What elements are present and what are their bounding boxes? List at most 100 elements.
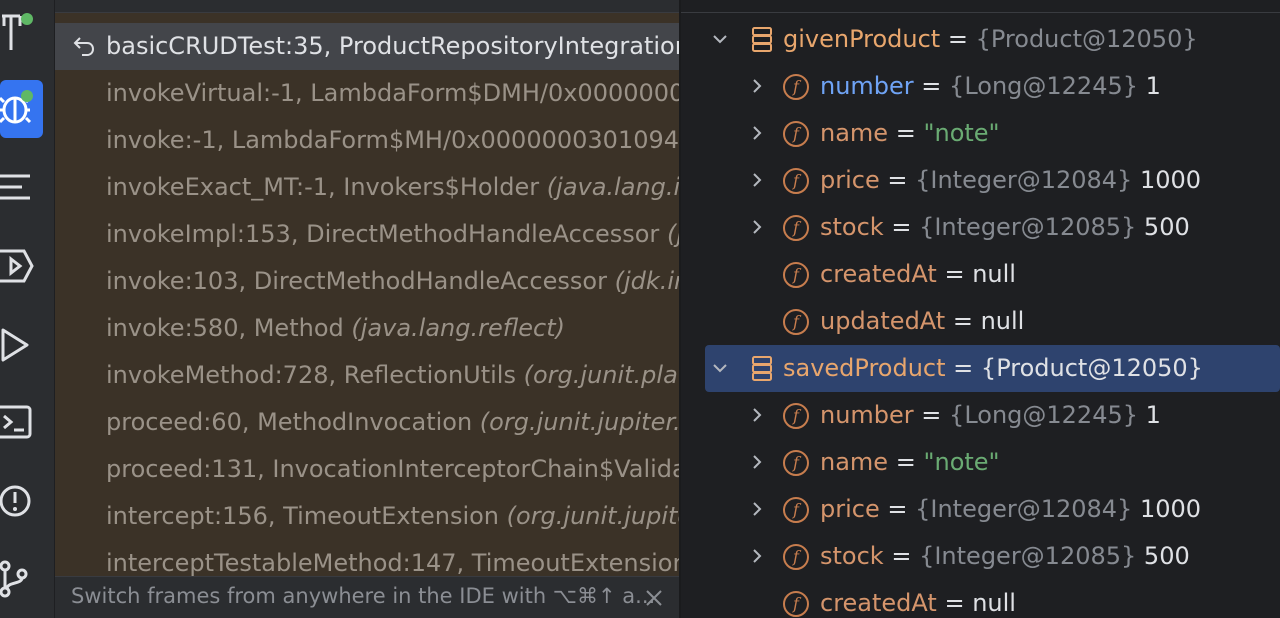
variable-equals: = (913, 72, 950, 100)
variable-value: null (980, 307, 1025, 335)
frame-row[interactable]: invokeVirtual:-1, LambdaForm$DMH/0x00000… (55, 70, 679, 117)
structure-tool-button[interactable] (0, 160, 54, 214)
structure-icon (0, 174, 30, 200)
variable-row-field[interactable]: f createdAt = null (705, 580, 1280, 618)
chevron-down-icon[interactable] (711, 30, 729, 48)
chevron-right-icon[interactable] (748, 500, 766, 518)
variable-text: price = {Integer@12084} 1000 (820, 157, 1201, 204)
variable-value: {Product@12050} (980, 354, 1203, 382)
field-icon: f (783, 544, 809, 570)
return-icon (73, 37, 95, 56)
variable-row-field[interactable]: f updatedAt = null (705, 298, 1280, 345)
frame-package: (jdk.internal.reflect) (666, 220, 679, 248)
frames-panel: basicCRUDTest:35, ProductRepositoryInteg… (55, 0, 679, 618)
variable-type: {Product@12050} (975, 25, 1198, 53)
variable-name: createdAt (820, 589, 937, 617)
variable-name: givenProduct (783, 25, 941, 53)
run-tool-button[interactable] (0, 318, 54, 372)
variable-type: {Long@12245} (949, 72, 1139, 100)
variable-text: createdAt = null (820, 580, 1016, 618)
variable-row-field[interactable]: f stock = {Integer@12085} 500 (705, 204, 1280, 251)
variable-name: number (820, 72, 914, 100)
variable-row-field[interactable]: f name = "note" (705, 439, 1280, 486)
frame-row[interactable]: invoke:103, DirectMethodHandleAccessor (… (55, 258, 679, 305)
chevron-right-icon[interactable] (748, 171, 766, 189)
services-icon (0, 249, 34, 283)
chevron-right-icon[interactable] (748, 406, 766, 424)
chevron-down-icon[interactable] (711, 359, 729, 377)
terminal-tool-button[interactable] (0, 396, 54, 450)
frame-row-current[interactable]: basicCRUDTest:35, ProductRepositoryInteg… (55, 23, 679, 70)
variable-equals: = (913, 401, 950, 429)
build-status-badge (21, 13, 33, 25)
git-tool-button[interactable] (0, 552, 54, 606)
chevron-right-icon[interactable] (748, 453, 766, 471)
variable-value: "note" (923, 448, 1000, 476)
variable-name: name (820, 448, 889, 476)
field-icon: f (783, 497, 809, 523)
build-tool-button[interactable] (0, 4, 54, 58)
variable-equals: = (936, 260, 973, 288)
variable-row-field[interactable]: f price = {Integer@12084} 1000 (705, 486, 1280, 533)
object-icon (752, 27, 772, 52)
variable-equals: = (888, 119, 924, 147)
variable-name: stock (820, 213, 884, 241)
frame-row[interactable]: proceed:60, MethodInvocation (org.junit.… (55, 399, 679, 446)
variable-row-field[interactable]: f number = {Long@12245} 1 (705, 392, 1280, 439)
frames-hint-text: Switch frames from anywhere in the IDE w… (71, 584, 656, 608)
variable-row-field[interactable]: f createdAt = null (705, 251, 1280, 298)
field-icon: f (783, 121, 809, 147)
variable-row-field[interactable]: f number = {Long@12245} 1 (705, 63, 1280, 110)
field-icon: f (783, 215, 809, 241)
variable-equals: = (888, 448, 924, 476)
frame-row[interactable]: invokeMethod:728, ReflectionUtils (org.j… (55, 352, 679, 399)
variable-value: 1000 (1132, 166, 1202, 194)
debug-icon (0, 96, 32, 124)
frame-row[interactable]: invoke:-1, LambdaForm$MH/0x0000000301094… (55, 117, 679, 164)
variable-text: savedProduct = {Product@12050} (783, 345, 1203, 392)
variable-type: {Integer@12084} (915, 495, 1133, 523)
frame-package: (java.lang.reflect) (351, 314, 565, 342)
frame-package: (org.junit.jupiter.engine.extension) (506, 502, 679, 530)
variable-value: 500 (1136, 213, 1190, 241)
frame-package: (java.lang.invoke) (546, 173, 679, 201)
debug-tool-button[interactable] (0, 80, 54, 138)
variable-row-field[interactable]: f name = "note" (705, 110, 1280, 157)
frame-row[interactable]: invokeImpl:153, DirectMethodHandleAccess… (55, 211, 679, 258)
frames-hint-bar: Switch frames from anywhere in the IDE w… (55, 576, 679, 618)
close-icon[interactable] (645, 589, 663, 607)
problems-tool-button[interactable] (0, 474, 54, 528)
field-icon: f (783, 591, 809, 617)
variable-text: name = "note" (820, 439, 1000, 486)
chevron-right-icon[interactable] (748, 124, 766, 142)
frame-row[interactable]: invokeExact_MT:-1, Invokers$Holder (java… (55, 164, 679, 211)
variable-value: 1 (1138, 72, 1161, 100)
variable-equals: = (936, 589, 973, 617)
terminal-icon (0, 405, 32, 439)
variable-equals: = (945, 354, 981, 382)
field-icon: f (783, 262, 809, 288)
variable-type: {Long@12245} (949, 401, 1139, 429)
variable-text: createdAt = null (820, 251, 1016, 298)
variable-row-field[interactable]: f price = {Integer@12084} 1000 (705, 157, 1280, 204)
chevron-right-icon[interactable] (748, 218, 766, 236)
chevron-right-icon[interactable] (748, 77, 766, 95)
frame-row[interactable]: proceed:131, InvocationInterceptorChain$… (55, 446, 679, 493)
variable-name: price (820, 166, 880, 194)
variable-row-object[interactable]: savedProduct = {Product@12050} (705, 345, 1280, 392)
variable-text: givenProduct = {Product@12050} (783, 16, 1198, 63)
variable-text: number = {Long@12245} 1 (820, 63, 1161, 110)
object-icon (752, 356, 772, 381)
services-tool-button[interactable] (0, 239, 54, 293)
frame-row[interactable]: invoke:580, Method (java.lang.reflect) (55, 305, 679, 352)
variable-value: null (972, 260, 1016, 288)
variable-value: 1 (1138, 401, 1161, 429)
variable-row-field[interactable]: f stock = {Integer@12085} 500 (705, 533, 1280, 580)
frame-method: invokeImpl:153, DirectMethodHandleAccess… (106, 220, 667, 248)
variable-name: createdAt (820, 260, 937, 288)
frame-method: interceptTestableMethod:147, TimeoutExte… (106, 549, 679, 577)
frame-row[interactable]: intercept:156, TimeoutExtension (org.jun… (55, 493, 679, 540)
chevron-right-icon[interactable] (748, 547, 766, 565)
debug-status-badge (21, 90, 33, 102)
variable-row-object[interactable]: givenProduct = {Product@12050} (705, 16, 1280, 63)
